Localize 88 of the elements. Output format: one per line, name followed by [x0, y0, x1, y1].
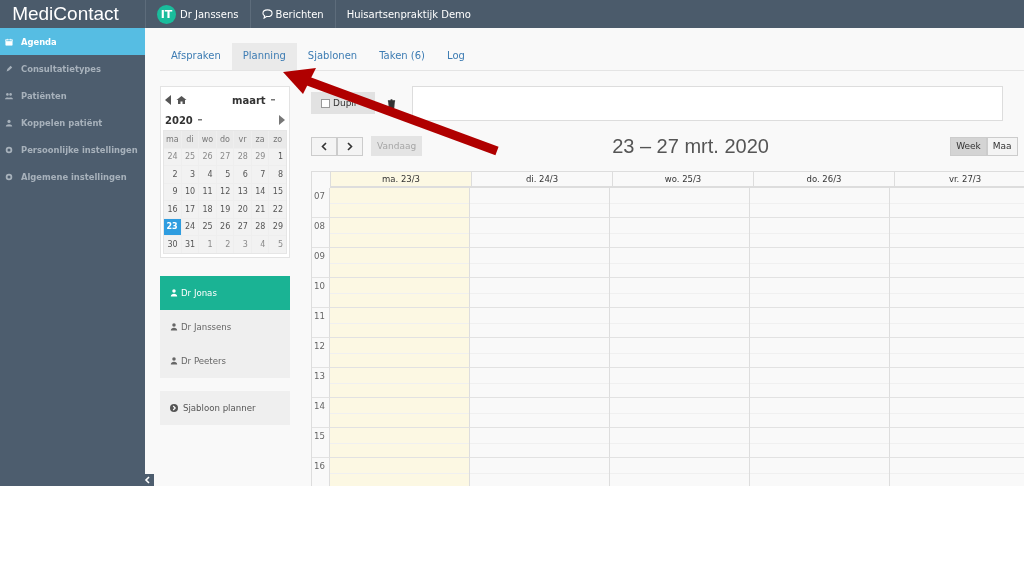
day-cell[interactable]: 3	[181, 166, 199, 183]
day-cell[interactable]: 9	[164, 183, 181, 200]
chevron-left-icon	[321, 141, 327, 151]
sidebar-label: Algemene instellingen	[21, 171, 127, 182]
tab[interactable]: Taken (6)	[368, 43, 436, 70]
day-cell[interactable]: 6	[234, 166, 251, 183]
tab[interactable]: Log	[436, 43, 476, 70]
user-icon	[170, 288, 178, 297]
day-cell[interactable]: 13	[234, 183, 251, 200]
tab[interactable]: Afspraken	[160, 43, 232, 70]
doctor-item[interactable]: Dr Janssens	[160, 309, 290, 344]
weekday-label: ma	[164, 131, 181, 148]
user-icon	[170, 356, 178, 365]
day-cell[interactable]: 7	[251, 166, 269, 183]
users-icon	[5, 91, 13, 100]
day-header: ma. 23/3	[331, 172, 472, 188]
user-icon	[5, 118, 13, 127]
sidebar-label: Patiënten	[21, 90, 67, 101]
template-planner-button[interactable]: Sjabloon planner	[160, 390, 290, 425]
day-header: vr. 27/3	[895, 172, 1024, 188]
gear-icon	[5, 145, 13, 154]
day-cell[interactable]: 2	[164, 166, 181, 183]
day-header: wo. 25/3	[613, 172, 754, 188]
view-button[interactable]: Week	[950, 136, 987, 156]
day-header: do. 26/3	[754, 172, 895, 188]
day-cell[interactable]: 30	[164, 236, 181, 253]
input-field[interactable]	[412, 86, 1003, 121]
practice-link[interactable]: Huisartsenpraktijk Demo	[346, 8, 471, 20]
trash-icon[interactable]	[387, 98, 396, 109]
weekday-label: do	[216, 131, 234, 148]
day-cell[interactable]: 4	[199, 166, 216, 183]
day-cell[interactable]: 24	[181, 218, 199, 235]
day-cell[interactable]: 29	[269, 218, 286, 235]
day-cell[interactable]: 21	[251, 201, 269, 218]
chevron-right-icon	[347, 141, 353, 151]
weekday-label: zo	[269, 131, 286, 148]
home-icon[interactable]	[176, 95, 187, 105]
day-cell[interactable]: 11	[199, 183, 216, 200]
caret-icon	[197, 119, 202, 121]
previous-button[interactable]	[311, 136, 337, 156]
day-cell[interactable]: 28	[251, 218, 269, 235]
calendar-icon	[5, 37, 13, 46]
day-cell[interactable]: 26	[216, 218, 234, 235]
day-cell[interactable]: 19	[216, 201, 234, 218]
chevron-left-icon	[144, 476, 150, 484]
date-range-title: 23 – 27 mrt. 2020	[612, 134, 770, 158]
day-cell[interactable]: 1	[269, 148, 286, 165]
gear-icon	[5, 172, 13, 181]
user-link[interactable]: Dr Janssens	[180, 8, 239, 20]
day-header: di. 24/3	[472, 172, 613, 188]
pencil-icon	[5, 64, 13, 73]
sidebar-label: Persoonlijke instellingen	[21, 144, 138, 155]
day-cell[interactable]: 27	[234, 218, 251, 235]
day-cell[interactable]: 18	[199, 201, 216, 218]
previous-icon[interactable]	[165, 95, 171, 105]
sidebar-label: Agenda	[21, 36, 57, 47]
chat-icon	[261, 9, 273, 19]
month-dropdown[interactable]: maart	[232, 94, 266, 106]
year-dropdown[interactable]: 2020	[165, 114, 193, 126]
next-icon[interactable]	[279, 115, 285, 125]
caret-icon	[270, 99, 275, 101]
day-cell[interactable]: 8	[269, 166, 286, 183]
day-cell[interactable]: 20	[234, 201, 251, 218]
messages-link[interactable]: Berichten	[261, 8, 324, 20]
tab[interactable]: Planning	[231, 43, 297, 70]
day-cell[interactable]: 10	[181, 183, 199, 200]
day-cell[interactable]: 17	[181, 201, 199, 218]
day-cell[interactable]: 14	[251, 183, 269, 200]
weekday-label: vr	[234, 131, 251, 148]
view-button[interactable]: Maa	[986, 136, 1018, 156]
user-icon	[170, 322, 178, 331]
tab[interactable]: Sjablonen	[296, 43, 369, 70]
day-cell[interactable]: 31	[181, 236, 199, 253]
sidebar-label: Koppelen patiënt	[21, 117, 103, 128]
day-cell[interactable]: 5	[216, 166, 234, 183]
next-button[interactable]	[337, 136, 363, 156]
doctor-item[interactable]: Dr Peeters	[160, 343, 290, 378]
day-cell[interactable]: 22	[269, 201, 286, 218]
weekday-label: za	[251, 131, 269, 148]
day-cell[interactable]: 16	[164, 201, 181, 218]
day-cell[interactable]: 25	[199, 218, 216, 235]
day-cell[interactable]: 15	[269, 183, 286, 200]
brand-name: MediContact	[11, 2, 120, 26]
sidebar-label: Consultatietypes	[21, 63, 101, 74]
day-cell[interactable]: 12	[216, 183, 234, 200]
weekday-label: wo	[199, 131, 216, 148]
arrow-circle-icon	[170, 403, 178, 412]
weekday-label: di	[181, 131, 199, 148]
